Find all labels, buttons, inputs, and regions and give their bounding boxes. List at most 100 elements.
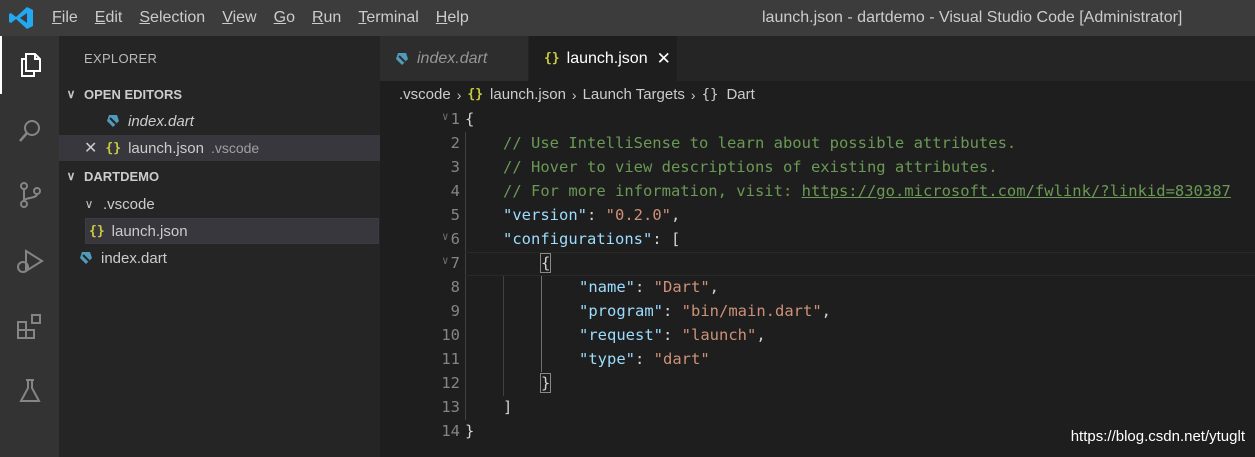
- code-line: 11 "type": "dart": [380, 348, 1255, 372]
- line-number: 11: [441, 350, 460, 368]
- json-key: "version": [503, 206, 587, 224]
- chevron-down-icon: ∨: [84, 197, 94, 211]
- chevron-right-icon: ›: [690, 86, 696, 103]
- json-key: "request": [579, 326, 663, 344]
- open-editor-item-index-dart[interactable]: index.dart: [59, 108, 380, 134]
- tab-bar: index.dart {} launch.json ✕: [380, 36, 1255, 81]
- json-value: "Dart": [653, 278, 710, 296]
- code-comment: // For more information, visit:: [503, 182, 802, 200]
- code-line: 9 "program": "bin/main.dart",: [380, 300, 1255, 324]
- json-key: "program": [579, 302, 663, 320]
- line-number: 13: [441, 398, 460, 416]
- search-icon[interactable]: [0, 102, 59, 160]
- line-number: 5: [450, 206, 460, 224]
- tree-item-label: index.dart: [101, 249, 167, 267]
- line-number: 2: [450, 134, 460, 152]
- menu-file[interactable]: File: [52, 9, 78, 27]
- code-line: 6 ∨ "configurations": [: [380, 228, 1255, 252]
- breadcrumb-item[interactable]: Dart: [726, 86, 754, 103]
- menu-help[interactable]: Help: [436, 9, 469, 27]
- dart-file-icon: [107, 115, 119, 127]
- explorer-header: EXPLORER: [84, 51, 158, 66]
- fold-chevron-icon[interactable]: ∨: [442, 230, 449, 243]
- code-pair: "program": "bin/main.dart",: [579, 302, 831, 320]
- chevron-right-icon: ›: [571, 86, 577, 103]
- code-comment-line: // For more information, visit: https://…: [503, 182, 1231, 200]
- json-value: "dart": [653, 350, 710, 368]
- breadcrumb-item[interactable]: Launch Targets: [583, 86, 685, 103]
- chevron-right-icon: ›: [456, 86, 462, 103]
- menu-edit[interactable]: Edit: [95, 9, 123, 27]
- breadcrumb-item[interactable]: launch.json: [490, 86, 566, 103]
- open-editor-label: launch.json: [128, 139, 204, 157]
- code-line: 4 // For more information, visit: https:…: [380, 180, 1255, 204]
- project-section[interactable]: ∨ DARTDEMO: [59, 163, 380, 189]
- project-label: DARTDEMO: [84, 168, 160, 184]
- code-line: 5 "version": "0.2.0",: [380, 204, 1255, 228]
- tree-item-label: .vscode: [103, 195, 155, 213]
- json-key: "type": [579, 350, 635, 368]
- line-number: 9: [450, 302, 460, 320]
- fold-chevron-icon[interactable]: ∨: [442, 254, 449, 267]
- testing-icon[interactable]: [0, 362, 59, 420]
- code-pair: "name": "Dart",: [579, 278, 720, 296]
- code-line-current: 7 ∨ {: [380, 252, 1255, 276]
- tree-file-index-dart[interactable]: index.dart: [59, 245, 380, 271]
- tree-file-launch-json[interactable]: {} launch.json: [85, 218, 379, 244]
- menu-bar: File Edit Selection View Go Run Terminal…: [52, 0, 486, 36]
- line-number: 3: [450, 158, 460, 176]
- code-text: }: [539, 373, 552, 393]
- chevron-down-icon: ∨: [66, 87, 76, 101]
- json-key: "configurations": [503, 230, 653, 248]
- dart-file-icon: [80, 252, 92, 264]
- menu-go[interactable]: Go: [274, 9, 295, 27]
- code-line: 2 // Use IntelliSense to learn about pos…: [380, 132, 1255, 156]
- code-pair: "configurations": [: [503, 230, 680, 248]
- code-pair: "version": "0.2.0",: [503, 206, 681, 224]
- breadcrumb: .vscode › {} launch.json › Launch Target…: [399, 86, 755, 103]
- menu-view[interactable]: View: [222, 9, 256, 27]
- tree-folder-vscode[interactable]: ∨ .vscode: [59, 191, 380, 217]
- object-icon: {}: [701, 86, 719, 103]
- open-editors-label: OPEN EDITORS: [84, 86, 183, 102]
- code-line: 13 ]: [380, 396, 1255, 420]
- menu-terminal[interactable]: Terminal: [358, 9, 418, 27]
- line-number: 8: [450, 278, 460, 296]
- vscode-logo-icon: [9, 7, 33, 29]
- json-value: "bin/main.dart": [681, 302, 822, 320]
- code-link[interactable]: https://go.microsoft.com/fwlink/?linkid=…: [802, 182, 1231, 200]
- title-bar: File Edit Selection View Go Run Terminal…: [0, 0, 1255, 36]
- source-control-icon[interactable]: [0, 166, 59, 224]
- code-text: : [: [652, 230, 681, 248]
- fold-chevron-icon[interactable]: ∨: [442, 110, 449, 123]
- code-comment: // Hover to view descriptions of existin…: [503, 158, 998, 176]
- open-editor-item-launch-json[interactable]: ✕ {} launch.json .vscode: [59, 135, 380, 161]
- watermark: https://blog.csdn.net/ytuglt: [1070, 428, 1245, 445]
- json-key: "name": [579, 278, 635, 296]
- menu-selection[interactable]: Selection: [139, 9, 205, 27]
- explorer-icon[interactable]: [0, 36, 59, 94]
- tab-index-dart[interactable]: index.dart: [380, 36, 528, 81]
- open-editors-section[interactable]: ∨ OPEN EDITORS: [59, 81, 380, 107]
- code-comment: // Use IntelliSense to learn about possi…: [503, 134, 1017, 152]
- close-icon[interactable]: ✕: [84, 138, 97, 158]
- code-pair: "request": "launch",: [579, 326, 766, 344]
- extensions-icon[interactable]: [0, 298, 59, 356]
- tab-launch-json[interactable]: {} launch.json ✕: [529, 36, 677, 81]
- code-line: 12 }: [380, 372, 1255, 396]
- line-number: 10: [441, 326, 460, 344]
- breadcrumb-item[interactable]: .vscode: [399, 86, 451, 103]
- code-pair: "type": "dart": [579, 350, 710, 368]
- close-icon[interactable]: ✕: [657, 49, 671, 69]
- run-debug-icon[interactable]: [0, 232, 59, 290]
- code-text: }: [465, 422, 475, 440]
- code-line: 1 ∨ {: [380, 108, 1255, 132]
- line-number: 12: [441, 374, 460, 392]
- tab-label: launch.json: [566, 49, 648, 67]
- dart-file-icon: [396, 52, 408, 65]
- menu-run[interactable]: Run: [312, 9, 341, 27]
- explorer-sidebar: EXPLORER ∨ OPEN EDITORS index.dart ✕ {} …: [59, 36, 380, 457]
- code-text: {: [465, 110, 475, 128]
- activity-bar: [0, 36, 59, 457]
- chevron-down-icon: ∨: [66, 169, 76, 183]
